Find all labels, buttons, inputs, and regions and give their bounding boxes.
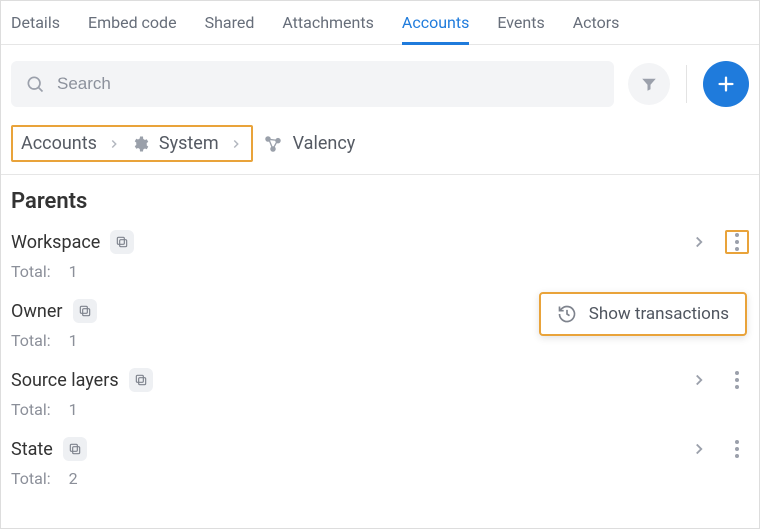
group-name: State [11, 439, 53, 460]
expand-button[interactable] [687, 230, 711, 254]
group-header: State [11, 437, 749, 461]
tabs-bar: Details Embed code Shared Attachments Ac… [1, 1, 759, 45]
group-name: Workspace [11, 232, 100, 253]
more-button[interactable] [725, 368, 749, 392]
total-line: Total: 1 [11, 262, 749, 281]
total-label: Total: [11, 262, 51, 281]
group-source-layers: Source layers Total: 1 [1, 362, 759, 431]
breadcrumb-valency[interactable]: Valency [293, 133, 356, 154]
breadcrumb-accounts[interactable]: Accounts [21, 133, 97, 154]
stack-icon [110, 230, 134, 254]
search-icon [25, 74, 45, 94]
group-header: Workspace [11, 230, 749, 254]
total-label: Total: [11, 469, 51, 488]
tab-actors[interactable]: Actors [573, 9, 620, 44]
group-name: Owner [11, 301, 63, 322]
tab-attachments[interactable]: Attachments [282, 9, 374, 44]
group-header: Source layers [11, 368, 749, 392]
filter-button[interactable] [628, 63, 670, 105]
expand-button[interactable] [687, 437, 711, 461]
search-input[interactable] [57, 74, 600, 94]
group-workspace: Workspace Total: 1 [1, 224, 759, 293]
section-title-parents: Parents [1, 175, 759, 224]
tab-accounts[interactable]: Accounts [402, 9, 469, 45]
breadcrumb: Accounts System Valency [1, 119, 759, 175]
total-value: 1 [69, 400, 78, 419]
toolbar [1, 45, 759, 119]
total-line: Total: 2 [11, 469, 749, 488]
show-transactions-popover[interactable]: Show transactions [539, 292, 747, 336]
plus-icon [715, 73, 737, 95]
stack-icon [73, 299, 97, 323]
total-line: Total: 1 [11, 400, 749, 419]
filter-icon [640, 75, 658, 93]
total-label: Total: [11, 400, 51, 419]
total-label: Total: [11, 331, 51, 350]
tab-embed-code[interactable]: Embed code [88, 9, 177, 44]
total-value: 1 [69, 331, 78, 350]
search-box[interactable] [11, 61, 614, 107]
show-transactions-label: Show transactions [589, 304, 729, 324]
breadcrumb-trailing: Valency [263, 133, 356, 154]
tab-events[interactable]: Events [497, 9, 544, 44]
more-button[interactable] [725, 230, 749, 254]
tab-shared[interactable]: Shared [205, 9, 255, 44]
stack-icon [129, 368, 153, 392]
gear-icon [131, 135, 149, 153]
group-state: State Total: 2 [1, 431, 759, 500]
total-value: 1 [69, 262, 78, 281]
total-value: 2 [69, 469, 78, 488]
toolbar-divider [686, 65, 687, 103]
tab-details[interactable]: Details [11, 9, 60, 44]
breadcrumb-system[interactable]: System [159, 133, 219, 154]
chevron-right-icon [107, 137, 121, 151]
valency-icon [263, 134, 283, 154]
group-name: Source layers [11, 370, 119, 391]
history-icon [557, 304, 577, 324]
more-button[interactable] [725, 437, 749, 461]
expand-button[interactable] [687, 368, 711, 392]
stack-icon [63, 437, 87, 461]
add-button[interactable] [703, 61, 749, 107]
chevron-right-icon [229, 137, 243, 151]
breadcrumb-highlight: Accounts System [11, 125, 253, 162]
